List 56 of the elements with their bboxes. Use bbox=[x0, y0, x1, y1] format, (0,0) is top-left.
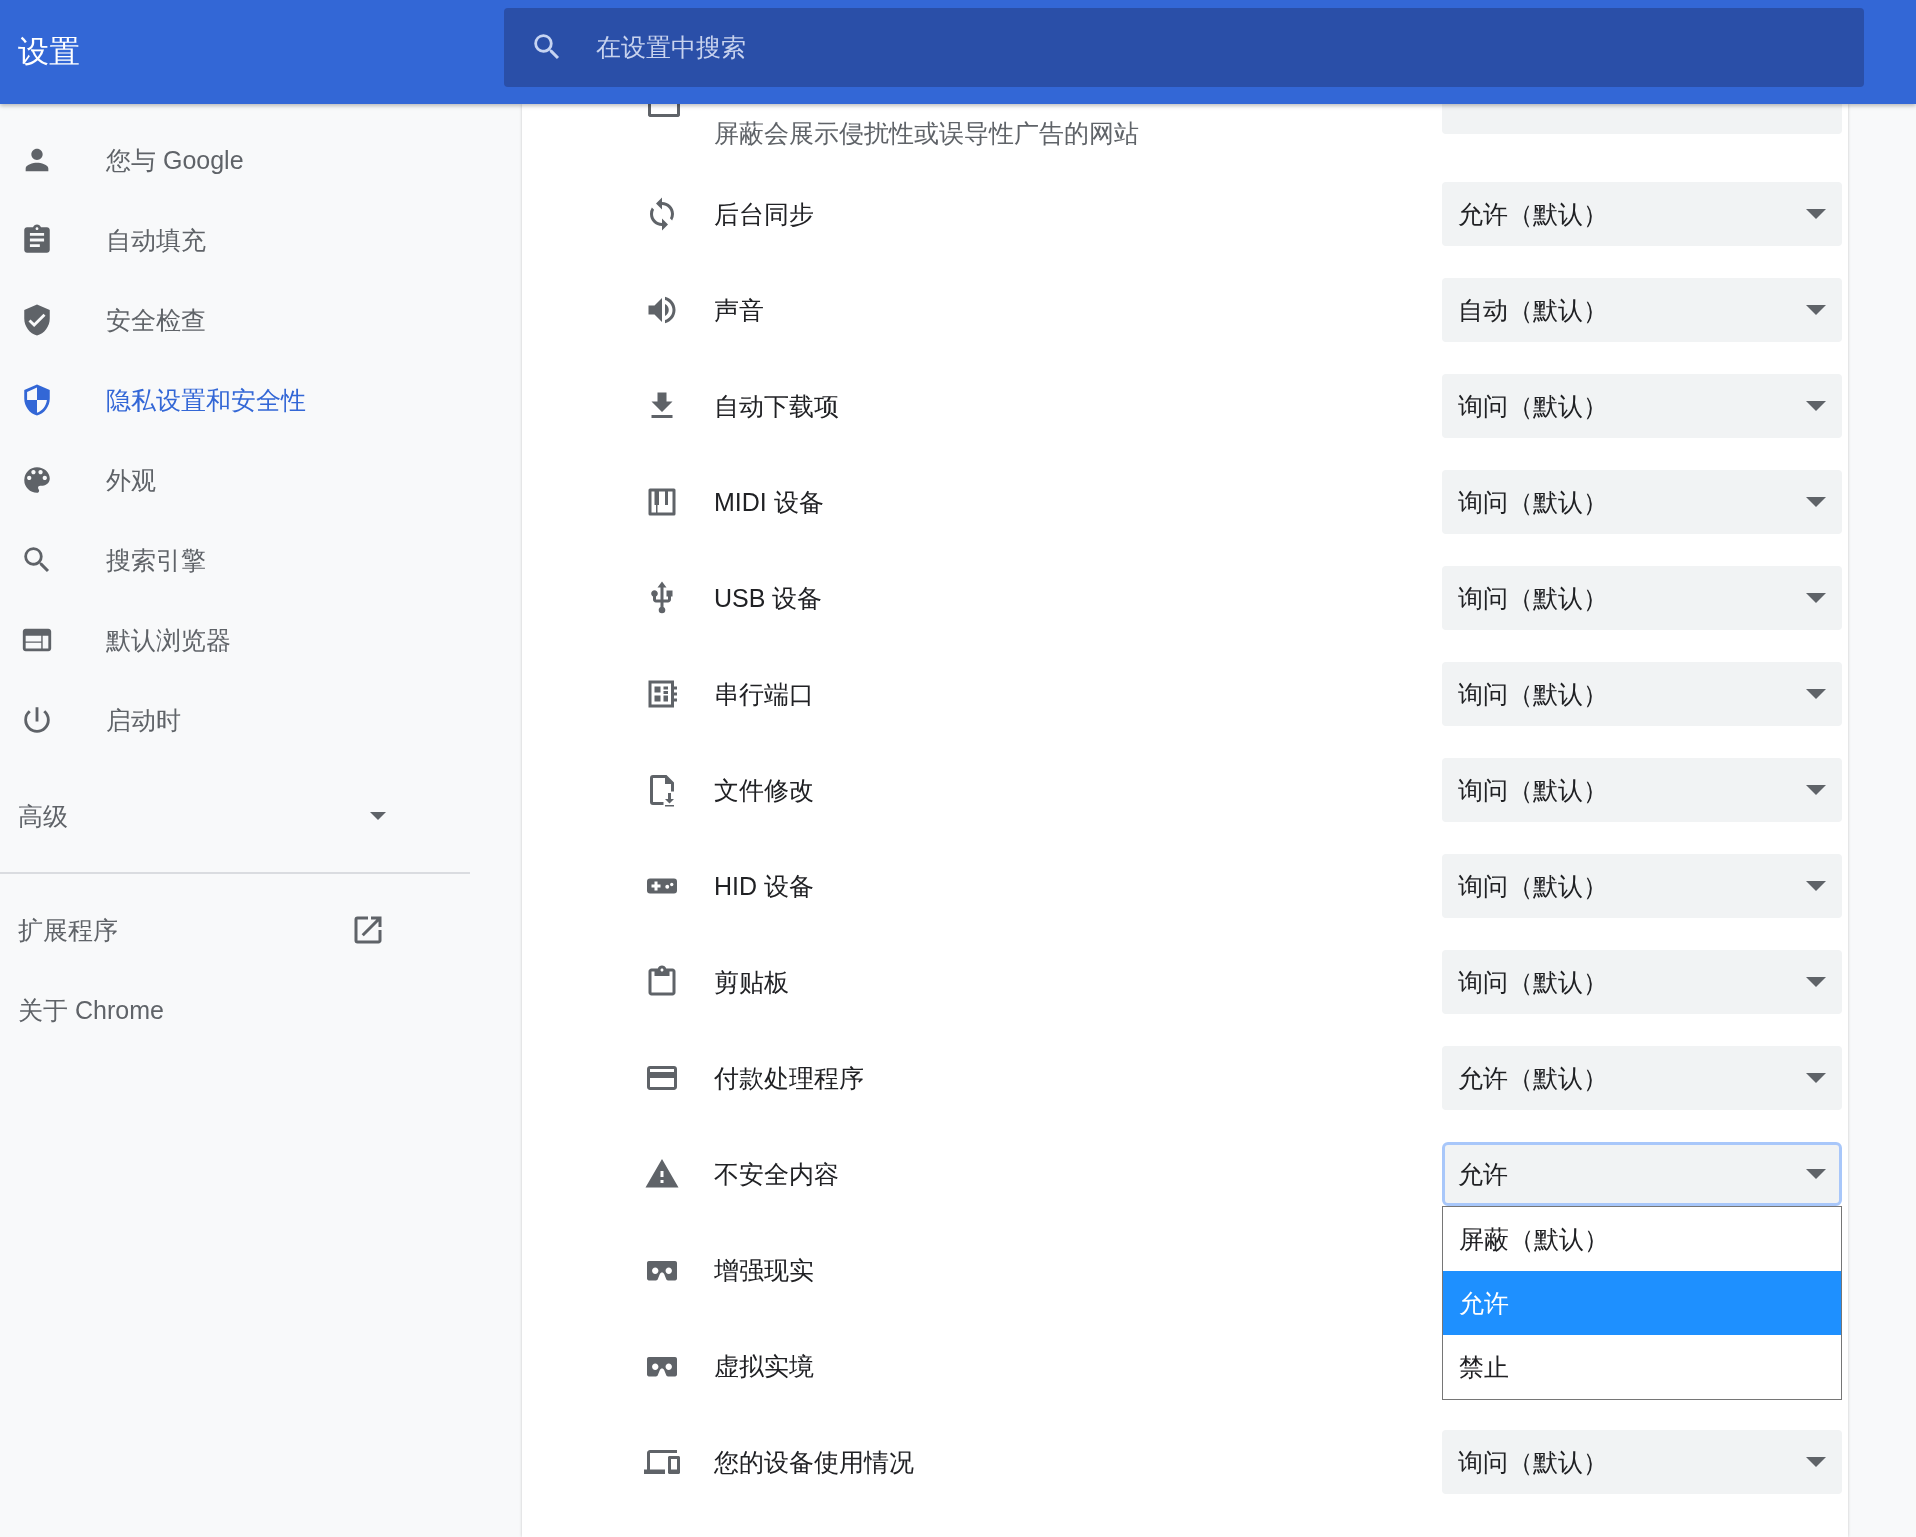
caret-icon bbox=[1806, 401, 1826, 411]
setting-label: 增强现实 bbox=[714, 1254, 815, 1286]
setting-description: 屏蔽会展示侵扰性或误导性广告的网站 bbox=[714, 117, 1139, 149]
setting-label: 不安全内容 bbox=[714, 1158, 840, 1190]
caret-icon bbox=[1806, 305, 1826, 315]
setting-label: 串行端口 bbox=[714, 678, 815, 710]
setting-label: 您的设备使用情况 bbox=[714, 1446, 915, 1478]
setting-label: 后台同步 bbox=[714, 198, 815, 230]
dropdown[interactable]: 自动（默认） bbox=[1442, 278, 1842, 342]
sidebar-item[interactable]: 隐私设置和安全性 bbox=[0, 360, 522, 440]
caret-icon bbox=[1806, 593, 1826, 603]
setting-label: 自动下载项 bbox=[714, 390, 840, 422]
dropdown[interactable]: 询问（默认） bbox=[1442, 758, 1842, 822]
setting-label: 文件修改 bbox=[714, 774, 815, 806]
caret-icon bbox=[1806, 689, 1826, 699]
caret-icon bbox=[1806, 977, 1826, 987]
search-field[interactable]: 在设置中搜索 bbox=[504, 7, 1864, 87]
sidebar-item[interactable]: 搜索引擎 bbox=[0, 520, 522, 600]
caret-icon bbox=[370, 812, 386, 820]
setting-label: HID 设备 bbox=[714, 870, 815, 902]
sidebar-item[interactable]: 您与 Google bbox=[0, 120, 522, 200]
sidebar-item[interactable]: 启动时 bbox=[0, 680, 522, 760]
checkbox-icon bbox=[648, 104, 680, 117]
caret-icon bbox=[1806, 209, 1826, 219]
sidebar-item[interactable]: 默认浏览器 bbox=[0, 600, 522, 680]
setting-label: 剪贴板 bbox=[714, 966, 790, 998]
sidebar-item[interactable]: 自动填充 bbox=[0, 200, 522, 280]
setting-label: 付款处理程序 bbox=[714, 1062, 865, 1094]
sidebar-link[interactable]: 关于 Chrome bbox=[0, 970, 470, 1050]
dropdown[interactable]: 询问（默认） bbox=[1442, 374, 1842, 438]
caret-icon bbox=[1806, 881, 1826, 891]
setting-label: 声音 bbox=[714, 294, 765, 326]
caret-icon bbox=[1806, 1073, 1826, 1083]
dropdown[interactable]: 询问（默认） bbox=[1442, 1430, 1842, 1494]
dropdown[interactable]: 询问（默认） bbox=[1442, 566, 1842, 630]
dropdown[interactable]: 允许 bbox=[1442, 1142, 1842, 1206]
sidebar-link[interactable]: 扩展程序 bbox=[0, 890, 470, 970]
setting-label: USB 设备 bbox=[714, 582, 824, 614]
dropdown[interactable]: 询问（默认） bbox=[1442, 950, 1842, 1014]
caret-icon bbox=[1806, 497, 1826, 507]
setting-label: MIDI 设备 bbox=[714, 486, 825, 518]
dropdown-option[interactable]: 屏蔽（默认） bbox=[1443, 1207, 1841, 1271]
dropdown[interactable]: 允许（默认） bbox=[1442, 1046, 1842, 1110]
dropdown-option[interactable]: 禁止 bbox=[1443, 1335, 1841, 1399]
advanced-section-toggle[interactable]: 高级 bbox=[0, 776, 470, 856]
dropdown[interactable]: 询问（默认） bbox=[1442, 470, 1842, 534]
page-title: 设置 bbox=[17, 33, 81, 71]
dropdown[interactable]: 询问（默认） bbox=[1442, 854, 1842, 918]
setting-label: 虚拟实境 bbox=[714, 1350, 815, 1382]
dropdown[interactable]: 询问（默认） bbox=[1442, 662, 1842, 726]
sidebar-item[interactable]: 外观 bbox=[0, 440, 522, 520]
sidebar-item[interactable]: 安全检查 bbox=[0, 280, 522, 360]
caret-icon bbox=[1806, 785, 1826, 795]
caret-icon bbox=[1806, 1169, 1826, 1179]
caret-icon bbox=[1806, 1457, 1826, 1467]
dropdown[interactable]: 允许（默认） bbox=[1442, 182, 1842, 246]
